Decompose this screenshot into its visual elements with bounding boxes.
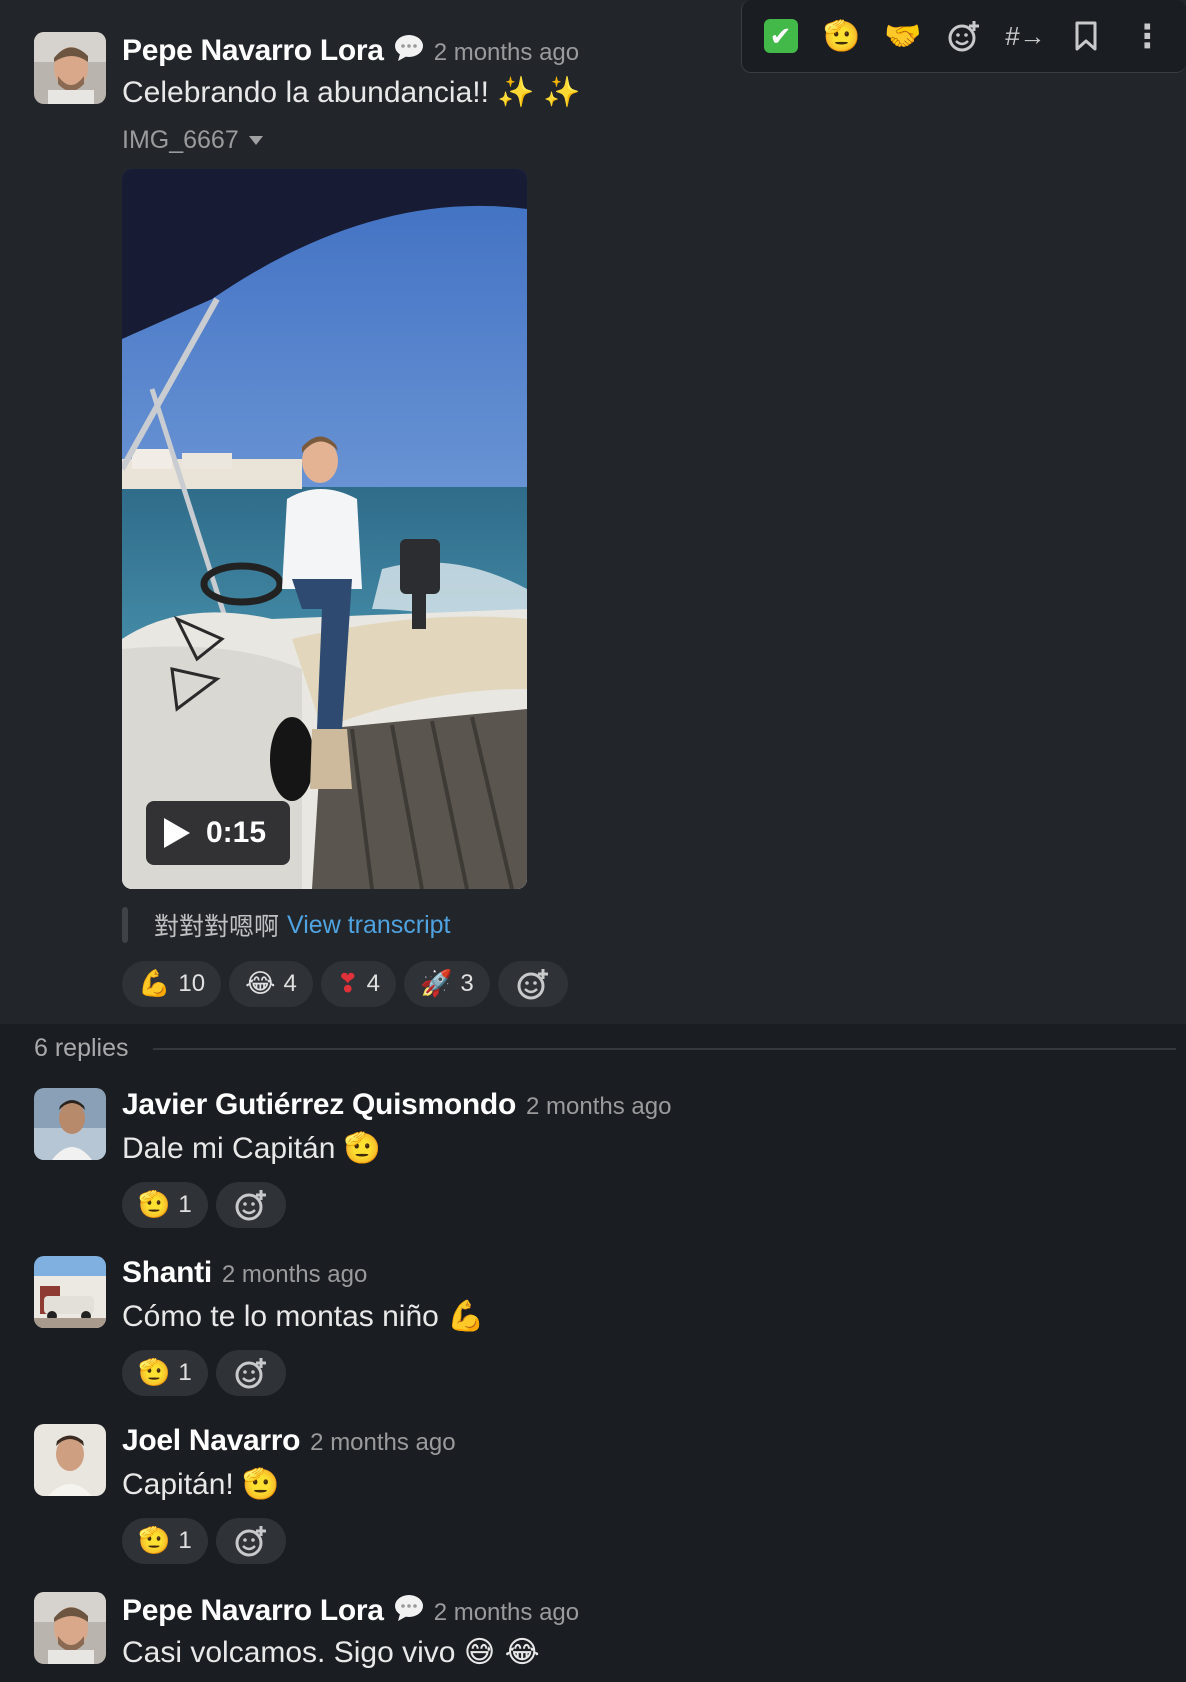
add-emoji-icon <box>235 1190 266 1221</box>
replies-count: 6 replies <box>34 1034 129 1062</box>
video-duration: 0:15 <box>206 816 267 849</box>
checkmark-reaction-button[interactable]: ✔ <box>757 12 805 60</box>
author-name[interactable]: Shanti <box>122 1256 212 1290</box>
reaction-count: 4 <box>366 970 380 997</box>
message-text-content: Cómo te lo montas niño <box>122 1300 439 1333</box>
avatar[interactable] <box>34 32 106 104</box>
salute-icon: 🫡 <box>823 18 861 54</box>
salute-icon: 🫡 <box>343 1131 382 1166</box>
timestamp[interactable]: 2 months ago <box>434 39 579 67</box>
play-button[interactable]: 0:15 <box>146 801 290 865</box>
forward-to-channel-button[interactable]: #→ <box>1001 12 1049 60</box>
timestamp[interactable]: 2 months ago <box>310 1429 455 1457</box>
reaction-count: 1 <box>178 1359 192 1386</box>
timestamp[interactable]: 2 months ago <box>222 1261 367 1289</box>
salute-icon: 🫡 <box>138 1190 171 1220</box>
speech-bubble-icon <box>394 34 424 62</box>
avatar[interactable] <box>34 1424 106 1496</box>
play-icon <box>164 818 190 848</box>
add-reaction-button[interactable] <box>497 961 568 1007</box>
file-name-toggle[interactable]: IMG_6667 <box>122 126 580 155</box>
timestamp[interactable]: 2 months ago <box>526 1093 671 1121</box>
rocket-icon: 🚀 <box>419 969 453 999</box>
add-emoji-icon <box>235 1526 266 1557</box>
reaction-salute[interactable]: 🫡 1 <box>122 1182 208 1228</box>
reaction-count: 3 <box>460 970 474 997</box>
handshake-icon: 🤝 <box>884 18 922 54</box>
message-text: Dale mi Capitán 🫡 <box>122 1130 671 1168</box>
salute-icon: 🫡 <box>138 1358 171 1388</box>
add-emoji-icon <box>235 1358 266 1389</box>
view-transcript-link[interactable]: View transcript <box>287 911 451 940</box>
reaction-flexed-biceps[interactable]: 💪 10 <box>122 961 222 1007</box>
heart-exclamation-icon: ❣ <box>336 969 359 999</box>
caret-down-icon <box>248 136 263 145</box>
reaction-count: 1 <box>178 1527 192 1554</box>
reaction-salute[interactable]: 🫡 1 <box>122 1350 208 1396</box>
avatar[interactable] <box>34 1088 106 1160</box>
timestamp[interactable]: 2 months ago <box>434 1599 579 1627</box>
checkmark-icon: ✔ <box>763 19 798 53</box>
message-text-content: Capitán! <box>122 1468 234 1501</box>
message-text-content: Dale mi Capitán <box>122 1132 336 1165</box>
hash-forward-icon: #→ <box>1004 20 1046 51</box>
message-text: Casi volcamos. Sigo vivo 😅 😂 <box>122 1634 579 1672</box>
reaction-count: 4 <box>283 970 297 997</box>
reaction-count: 1 <box>178 1191 192 1218</box>
video-thumbnail <box>122 169 527 889</box>
transcript-preview: 對對對嗯啊 <box>154 913 280 941</box>
divider-line <box>152 1047 1176 1050</box>
reaction-salute[interactable]: 🫡 1 <box>122 1518 208 1564</box>
add-emoji-icon <box>948 21 979 52</box>
reaction-bar: 🫡 1 <box>122 1518 456 1564</box>
add-reaction-button[interactable] <box>215 1182 286 1228</box>
transcript-row: 對對對嗯啊 View transcript <box>122 907 580 943</box>
tears-of-joy-icon: 😂 <box>245 969 276 999</box>
add-emoji-icon <box>517 969 548 1000</box>
message-text-content: Casi volcamos. Sigo vivo <box>122 1636 456 1669</box>
avatar[interactable] <box>34 1592 106 1664</box>
flexed-biceps-icon: 💪 <box>447 1299 485 1334</box>
avatar[interactable] <box>34 1256 106 1328</box>
quote-bar <box>122 907 128 943</box>
bookmark-button[interactable] <box>1062 12 1110 60</box>
more-actions-button[interactable]: ⋮ <box>1123 12 1171 60</box>
speech-bubble-icon <box>394 1594 424 1622</box>
message-text: Celebrando la abundancia!! ✨ ✨ <box>122 76 581 109</box>
handshake-reaction-button[interactable]: 🤝 <box>879 12 927 60</box>
reaction-bar: 💪 10 😂 4 ❣ 4 🚀 3 <box>122 961 580 1007</box>
bookmark-icon <box>1075 21 1097 51</box>
author-name[interactable]: Joel Navarro <box>122 1424 300 1458</box>
reaction-bar: 🫡 1 <box>122 1350 485 1396</box>
reaction-heart-exclamation[interactable]: ❣ 4 <box>320 961 396 1007</box>
salute-reaction-button[interactable]: 🫡 <box>818 12 866 60</box>
sweat-smile-joy-icon: 😅 😂 <box>463 1635 540 1670</box>
author-name[interactable]: Javier Gutiérrez Quismondo <box>122 1088 516 1122</box>
reaction-bar: 🫡 1 <box>122 1182 671 1228</box>
message-actions-toolbar: ✔ 🫡 🤝 #→ ⋮ <box>741 0 1186 73</box>
reaction-rocket[interactable]: 🚀 3 <box>403 961 490 1007</box>
file-name: IMG_6667 <box>122 126 239 154</box>
author-name[interactable]: Pepe Navarro Lora <box>122 34 384 68</box>
more-vertical-icon: ⋮ <box>1131 18 1164 54</box>
message-text: Cómo te lo montas niño 💪 <box>122 1298 485 1336</box>
author-name[interactable]: Pepe Navarro Lora <box>122 1594 384 1628</box>
replies-divider: 6 replies <box>34 1034 1176 1063</box>
salute-icon: 🫡 <box>242 1467 280 1502</box>
message-text: Capitán! 🫡 <box>122 1466 456 1504</box>
add-reaction-button[interactable] <box>215 1350 286 1396</box>
add-reaction-button[interactable] <box>215 1518 286 1564</box>
video-attachment[interactable]: 0:15 <box>122 169 527 889</box>
reaction-joy[interactable]: 😂 4 <box>229 961 313 1007</box>
salute-icon: 🫡 <box>138 1526 171 1556</box>
add-reaction-button[interactable] <box>940 12 988 60</box>
reaction-count: 10 <box>178 970 206 997</box>
flexed-biceps-icon: 💪 <box>138 969 171 999</box>
